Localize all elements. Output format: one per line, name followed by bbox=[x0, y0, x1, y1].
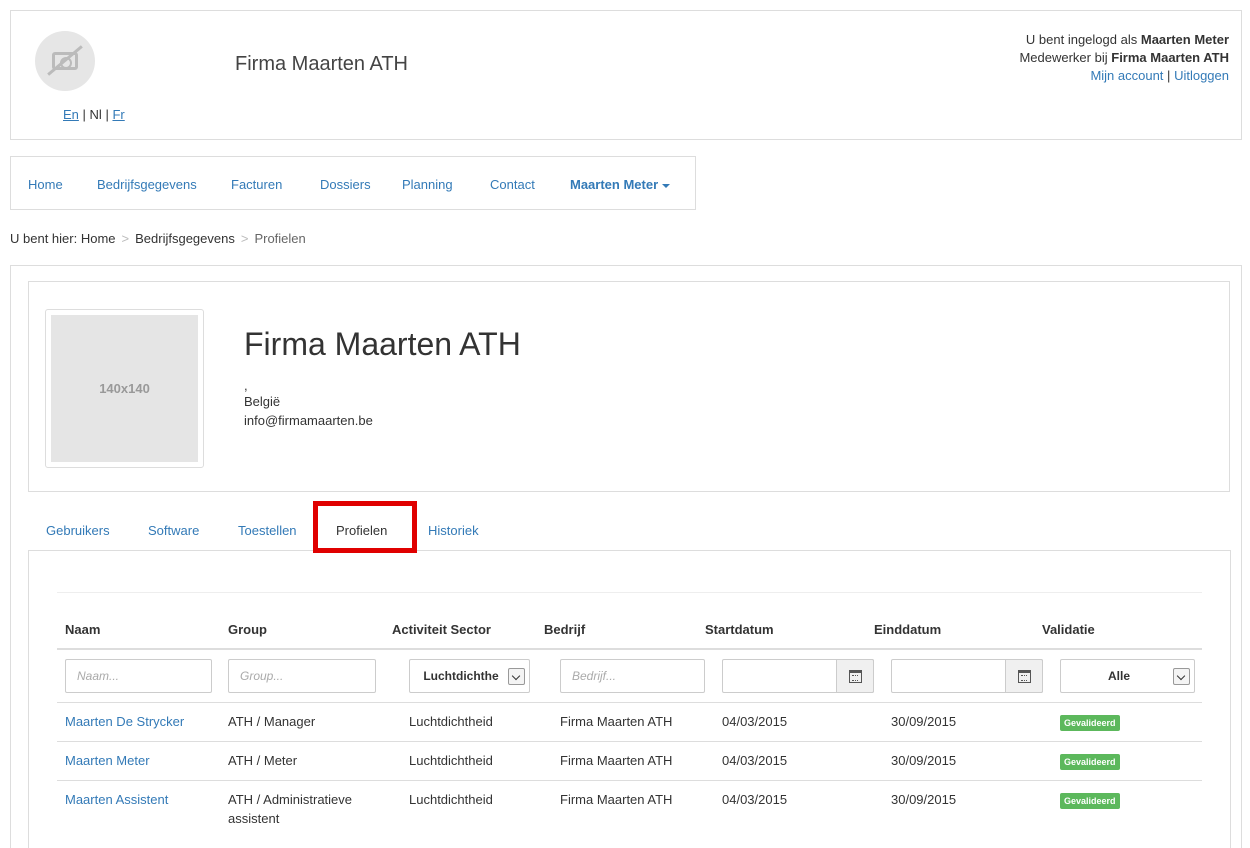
lang-en-link[interactable]: En bbox=[63, 107, 79, 122]
tab-software[interactable]: Software bbox=[148, 523, 199, 538]
status-badge: Gevalideerd bbox=[1060, 715, 1120, 731]
logout-link[interactable]: Uitloggen bbox=[1174, 68, 1229, 83]
breadcrumb-current: Profielen bbox=[254, 231, 306, 246]
group-filter-input[interactable]: Group... bbox=[228, 659, 376, 693]
einddatum-calendar-button[interactable] bbox=[1005, 659, 1043, 693]
nav-dossiers[interactable]: Dossiers bbox=[320, 177, 371, 192]
col-startdatum[interactable]: Startdatum bbox=[705, 622, 774, 637]
row-bedrijf: Firma Maarten ATH bbox=[560, 714, 673, 729]
row-bedrijf: Firma Maarten ATH bbox=[560, 753, 673, 768]
language-switcher: En | Nl | Fr bbox=[63, 107, 125, 122]
profile-address: , bbox=[244, 378, 248, 393]
startdatum-calendar-button[interactable] bbox=[836, 659, 874, 693]
row-einddatum: 30/09/2015 bbox=[891, 714, 957, 729]
main-panel: 140x140 Firma Maarten ATH , België info@… bbox=[10, 265, 1242, 848]
tab-historiek[interactable]: Historiek bbox=[428, 523, 479, 538]
breadcrumb: U bent hier: Home > Bedrijfsgegevens > Profi… bbox=[10, 231, 306, 246]
logged-in-user: Maarten Meter bbox=[1140, 32, 1229, 47]
tab-profielen[interactable]: Profielen bbox=[336, 523, 387, 538]
col-bedrijf[interactable]: Bedrijf bbox=[544, 622, 585, 637]
chevron-down-icon bbox=[1173, 668, 1190, 685]
nav-user-menu[interactable]: Maarten Meter bbox=[570, 177, 671, 192]
col-activiteit-sector[interactable]: Activiteit Sector bbox=[392, 622, 491, 637]
status-badge: Gevalideerd bbox=[1060, 793, 1120, 809]
row-einddatum: 30/09/2015 bbox=[891, 792, 957, 807]
user-info: U bent ingelogd als Maarten Meter Medewe… bbox=[1019, 32, 1229, 83]
row-naam-link[interactable]: Maarten De Strycker bbox=[65, 712, 184, 731]
row-bedrijf: Firma Maarten ATH bbox=[560, 792, 673, 807]
col-validatie[interactable]: Validatie bbox=[1042, 622, 1095, 637]
sector-filter-select[interactable]: Luchtdichthe bbox=[409, 659, 530, 693]
row-group: ATH / Manager bbox=[228, 714, 316, 729]
calendar-icon bbox=[849, 670, 862, 683]
site-header: Firma Maarten ATH En | Nl | Fr U bent in… bbox=[10, 10, 1242, 140]
profile-email: info@firmamaarten.be bbox=[244, 413, 373, 428]
row-naam-link[interactable]: Maarten Assistent bbox=[65, 790, 168, 809]
calendar-icon bbox=[1018, 670, 1031, 683]
employer-name: Firma Maarten ATH bbox=[1111, 50, 1229, 65]
row-sector: Luchtdichtheid bbox=[409, 792, 493, 807]
col-naam[interactable]: Naam bbox=[65, 622, 100, 637]
lang-fr-link[interactable]: Fr bbox=[112, 107, 124, 122]
profile-card: 140x140 Firma Maarten ATH , België info@… bbox=[28, 281, 1230, 492]
image-placeholder: 140x140 bbox=[51, 315, 198, 462]
tab-toestellen[interactable]: Toestellen bbox=[238, 523, 297, 538]
row-sector: Luchtdichtheid bbox=[409, 753, 493, 768]
chevron-down-icon bbox=[508, 668, 525, 685]
status-badge: Gevalideerd bbox=[1060, 754, 1120, 770]
breadcrumb-home[interactable]: Home bbox=[81, 231, 116, 246]
validatie-filter-select[interactable]: Alle bbox=[1060, 659, 1195, 693]
row-naam-link[interactable]: Maarten Meter bbox=[65, 751, 150, 770]
row-einddatum: 30/09/2015 bbox=[891, 753, 957, 768]
bedrijf-filter-input[interactable]: Bedrijf... bbox=[560, 659, 705, 693]
header-company-name: Firma Maarten ATH bbox=[235, 53, 408, 75]
breadcrumb-bedrijfsgegevens[interactable]: Bedrijfsgegevens bbox=[135, 231, 235, 246]
nav-bedrijfsgegevens[interactable]: Bedrijfsgegevens bbox=[97, 177, 197, 192]
nav-home[interactable]: Home bbox=[28, 177, 63, 192]
col-einddatum[interactable]: Einddatum bbox=[874, 622, 941, 637]
einddatum-filter-input[interactable] bbox=[891, 659, 1043, 693]
naam-filter-input[interactable]: Naam... bbox=[65, 659, 212, 693]
row-group: ATH / Administratieve assistent bbox=[228, 792, 353, 826]
tab-content: Naam Group Activiteit Sector Bedrijf Sta… bbox=[28, 550, 1231, 848]
camera-off-icon bbox=[35, 31, 95, 91]
my-account-link[interactable]: Mijn account bbox=[1090, 68, 1163, 83]
nav-contact[interactable]: Contact bbox=[490, 177, 535, 192]
startdatum-filter-input[interactable] bbox=[722, 659, 874, 693]
col-group[interactable]: Group bbox=[228, 622, 267, 637]
profile-title: Firma Maarten ATH bbox=[244, 326, 521, 362]
row-startdatum: 04/03/2015 bbox=[722, 753, 788, 768]
lang-nl-current: Nl bbox=[89, 107, 102, 122]
tab-gebruikers[interactable]: Gebruikers bbox=[46, 523, 110, 538]
main-navbar: Home Bedrijfsgegevens Facturen Dossiers … bbox=[10, 156, 696, 210]
company-image: 140x140 bbox=[45, 309, 204, 468]
profile-country: België bbox=[244, 394, 281, 409]
row-startdatum: 04/03/2015 bbox=[722, 714, 788, 729]
nav-planning[interactable]: Planning bbox=[402, 177, 453, 192]
caret-down-icon bbox=[662, 183, 671, 188]
row-startdatum: 04/03/2015 bbox=[722, 792, 788, 807]
nav-facturen[interactable]: Facturen bbox=[231, 177, 282, 192]
row-group: ATH / Meter bbox=[228, 753, 298, 768]
row-sector: Luchtdichtheid bbox=[409, 714, 493, 729]
